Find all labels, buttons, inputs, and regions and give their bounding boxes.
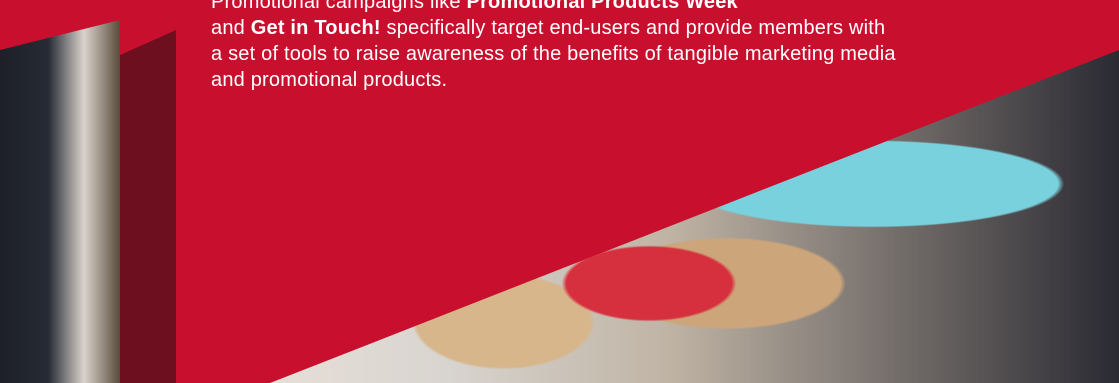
intro-prefix: Promotional campaigns like — [211, 0, 467, 13]
intro-paragraph: Promotional campaigns like Promotional P… — [211, 0, 901, 93]
left-photo-clothing — [0, 0, 120, 383]
campaign-get-in-touch: Get in Touch! — [250, 17, 381, 39]
campaign-promotional-products-week: Promotional Products Week — [466, 0, 738, 13]
intro-joiner: and — [211, 17, 251, 39]
